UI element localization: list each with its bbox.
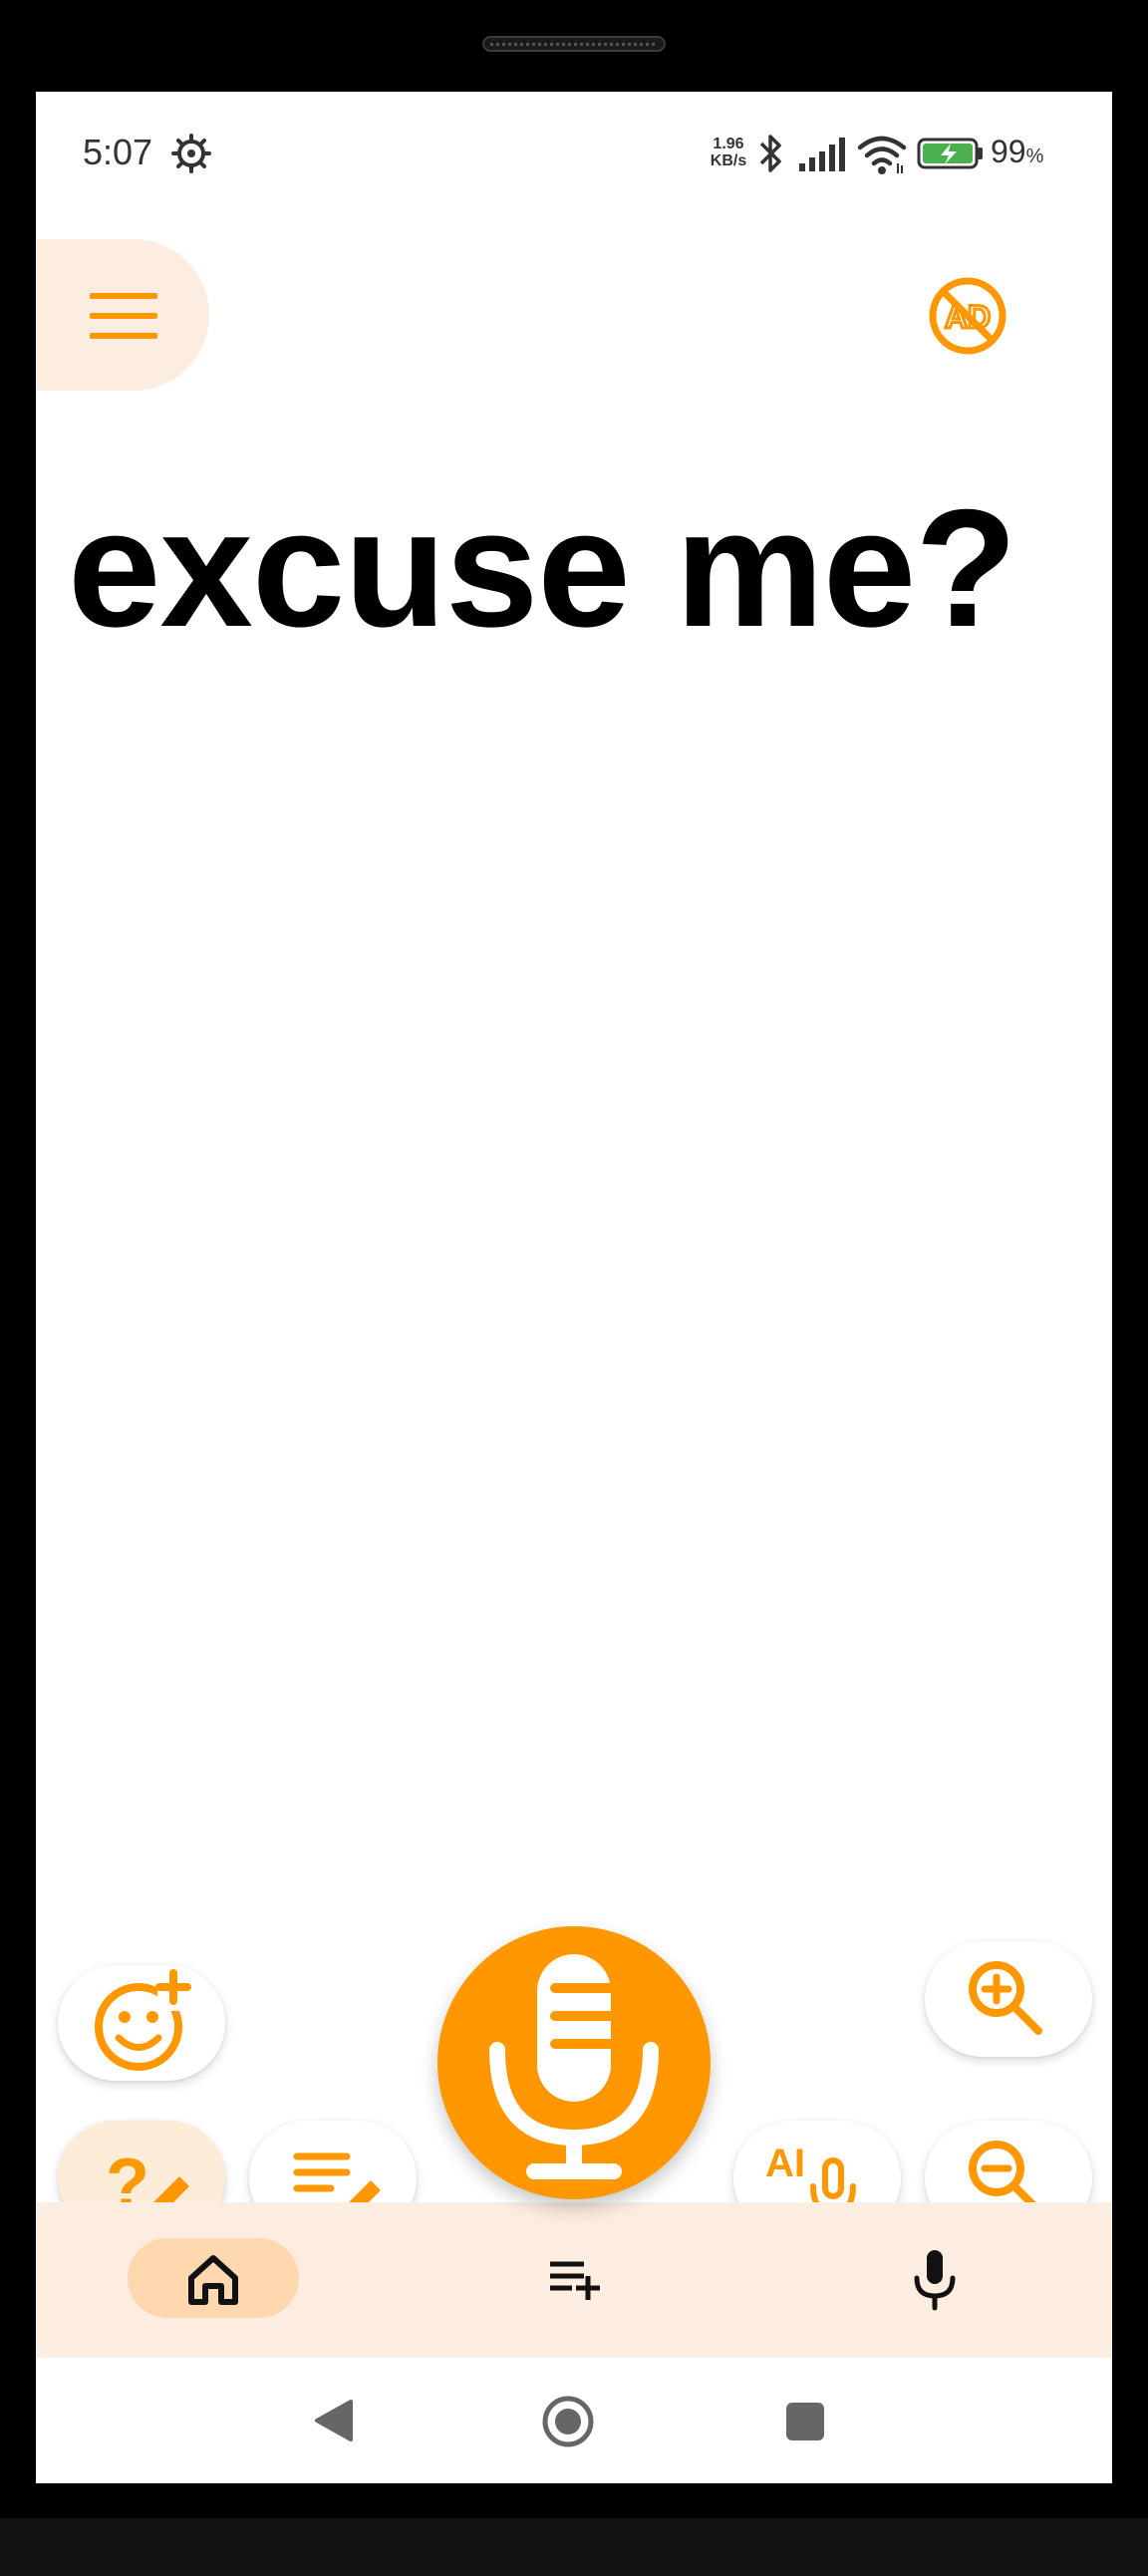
home-icon [188, 2255, 238, 2305]
bottom-bezel [0, 2518, 1148, 2576]
wifi-icon [857, 136, 907, 174]
recent-apps-icon[interactable] [783, 2400, 827, 2443]
microphone-icon [489, 1954, 659, 2179]
menu-button[interactable] [36, 239, 209, 391]
battery-percent-symbol: % [1025, 145, 1044, 167]
spoken-text-display: excuse me? [68, 474, 1017, 662]
hamburger-menu-icon [90, 293, 157, 339]
zoom-in-icon [969, 1961, 1042, 2035]
microphone-button[interactable] [437, 1926, 711, 2199]
battery-percent: 99% [991, 134, 1043, 170]
add-emoji-button[interactable] [58, 1965, 225, 2081]
nav-mic[interactable] [849, 2238, 1020, 2318]
ai-label: AI [765, 2142, 805, 2185]
cellular-signal-icon [799, 138, 845, 171]
system-navigation-bar [36, 2358, 1112, 2483]
battery-charging-icon [917, 138, 983, 169]
battery-percent-value: 99 [991, 134, 1026, 169]
bottom-navigation [36, 2202, 1112, 2358]
phone-frame: 5:07 1.96 KB/s 99% excuse me? ? AI [0, 0, 1148, 2576]
mic-icon [914, 2250, 956, 2311]
home-circle-icon[interactable] [540, 2394, 596, 2449]
network-speed-unit: KB/s [710, 152, 747, 169]
settings-gear-icon [171, 134, 211, 173]
status-time: 5:07 [83, 132, 153, 172]
bluetooth-icon [759, 135, 781, 172]
nav-playlist-add[interactable] [488, 2238, 660, 2318]
nav-home[interactable] [128, 2238, 299, 2318]
no-ads-icon[interactable]: AD [925, 273, 1010, 359]
earpiece-speaker [482, 36, 666, 52]
back-icon[interactable] [309, 2396, 359, 2445]
add-emoji-icon [95, 1969, 191, 2071]
network-speed: 1.96 KB/s [706, 136, 751, 169]
status-bar: 5:07 1.96 KB/s 99% [36, 92, 1112, 219]
playlist-add-icon [550, 2261, 600, 2300]
zoom-in-button[interactable] [925, 1941, 1092, 2057]
network-speed-value: 1.96 [713, 136, 744, 152]
screen: 5:07 1.96 KB/s 99% excuse me? ? AI [36, 92, 1112, 2483]
